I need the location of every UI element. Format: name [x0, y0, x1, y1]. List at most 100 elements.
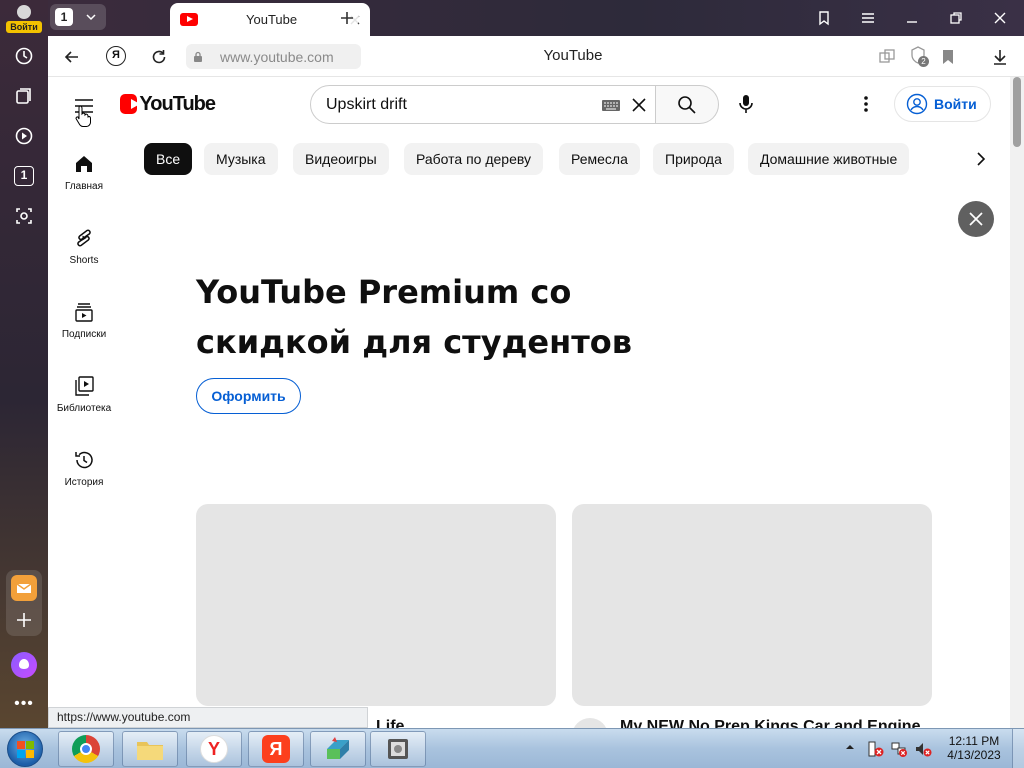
- yandex-home-icon[interactable]: Я: [106, 46, 126, 66]
- address-bar-row: Я www.youtube.com YouTube 2: [48, 36, 1024, 77]
- taskbar: Y Я 12:11 PM 4/13/2023: [0, 728, 1024, 768]
- settings-more-icon[interactable]: [862, 94, 870, 114]
- taskbar-yandex[interactable]: Я: [248, 731, 304, 767]
- url-text: www.youtube.com: [220, 48, 334, 65]
- clock-time: 12:11 PM: [948, 734, 1000, 748]
- profile-avatar-icon: [17, 5, 31, 19]
- chip-video-games[interactable]: Видеоигры: [293, 143, 389, 175]
- bookmark-icon[interactable]: [940, 48, 956, 66]
- taskbar-yandex-browser[interactable]: Y: [186, 731, 242, 767]
- close-icon: [969, 212, 983, 226]
- alice-assistant-icon[interactable]: [11, 652, 37, 678]
- chip-music[interactable]: Музыка: [204, 143, 278, 175]
- keyboard-icon[interactable]: [601, 99, 621, 112]
- mail-app-icon[interactable]: [11, 575, 37, 601]
- screenshot-icon[interactable]: [12, 204, 36, 228]
- app-icon: [327, 737, 349, 759]
- scrollbar-thumb[interactable]: [1013, 77, 1021, 147]
- lock-icon: [192, 51, 204, 63]
- chrome-icon: [72, 735, 100, 763]
- taskbar-file-explorer[interactable]: [122, 731, 178, 767]
- protect-badge: 2: [918, 56, 929, 67]
- windows-logo-icon: [7, 731, 43, 767]
- reload-icon[interactable]: [149, 47, 169, 67]
- new-tab-button[interactable]: [335, 6, 359, 30]
- search-query: Upskirt drift: [326, 96, 407, 113]
- promo-title-line1: YouTube Premium со: [196, 273, 572, 311]
- taskbar-app-2[interactable]: [370, 731, 426, 767]
- clock-date: 4/13/2023: [947, 748, 1001, 762]
- restore-icon[interactable]: [944, 6, 968, 30]
- yandex-browser-icon: Y: [200, 735, 228, 763]
- protect-icon[interactable]: 2: [908, 45, 930, 67]
- chip-woodworking[interactable]: Работа по дереву: [404, 143, 544, 175]
- action-center-icon[interactable]: [866, 740, 884, 758]
- url-field[interactable]: www.youtube.com: [186, 44, 361, 69]
- nav-item-library[interactable]: Библиотека: [48, 369, 120, 443]
- nav-item-subscriptions[interactable]: Подписки: [48, 295, 120, 369]
- downloads-icon[interactable]: [990, 47, 1010, 67]
- page-title: YouTube: [543, 47, 603, 64]
- yandex-icon: Я: [262, 735, 290, 763]
- status-url-bubble: https://www.youtube.com: [48, 707, 368, 728]
- menu-icon[interactable]: [856, 6, 880, 30]
- show-hidden-icons[interactable]: [844, 741, 856, 753]
- video-player-icon[interactable]: [12, 124, 36, 148]
- chevron-right-icon: [977, 152, 986, 166]
- network-icon[interactable]: [890, 740, 908, 758]
- more-icon[interactable]: •••: [12, 694, 36, 714]
- taskbar-app[interactable]: [310, 731, 366, 767]
- clear-search-icon[interactable]: [630, 96, 648, 114]
- nav-item-shorts[interactable]: Shorts: [48, 221, 120, 295]
- browser-side-rail: Войти 1 •••: [0, 0, 48, 728]
- search-input[interactable]: Upskirt drift: [310, 85, 656, 124]
- show-desktop-button[interactable]: [1012, 729, 1024, 768]
- chip-nature[interactable]: Природа: [653, 143, 734, 175]
- library-icon: [75, 376, 94, 396]
- start-button[interactable]: [3, 730, 49, 768]
- translate-icon[interactable]: [878, 48, 896, 66]
- tabs-count-icon[interactable]: 1: [12, 164, 36, 188]
- youtube-logo-icon: [120, 94, 140, 114]
- profile-button[interactable]: Войти: [6, 3, 42, 33]
- chips-next-button[interactable]: [926, 141, 1010, 177]
- page-scrollbar[interactable]: [1010, 77, 1024, 728]
- voice-search-icon[interactable]: [736, 93, 756, 115]
- dismiss-promo-button[interactable]: [958, 201, 994, 237]
- collections-icon[interactable]: [12, 84, 36, 108]
- volume-muted-icon[interactable]: [914, 740, 932, 758]
- nav-item-history[interactable]: История: [48, 443, 120, 517]
- youtube-logo[interactable]: YouTube: [120, 92, 216, 115]
- chip-crafts[interactable]: Ремесла: [559, 143, 640, 175]
- sidebar-apps-panel: [6, 570, 42, 636]
- chip-all[interactable]: Все: [144, 143, 193, 175]
- sign-in-button[interactable]: Войти: [894, 86, 991, 122]
- clock[interactable]: 12:11 PM 4/13/2023: [944, 734, 1004, 762]
- tab-group-button[interactable]: 1: [50, 4, 106, 30]
- folder-icon: [137, 742, 163, 760]
- nav-item-home[interactable]: Главная: [48, 147, 120, 221]
- youtube-logo-text: YouTube: [139, 92, 216, 115]
- search-button[interactable]: [655, 85, 719, 124]
- video-thumbnail[interactable]: [196, 504, 556, 706]
- close-window-icon[interactable]: [988, 6, 1012, 30]
- history-panel-icon[interactable]: [12, 44, 36, 68]
- back-arrow-icon[interactable]: [62, 47, 82, 67]
- minimize-icon[interactable]: [900, 6, 924, 30]
- chevron-down-icon: [84, 10, 98, 24]
- video-title[interactable]: My NEW No Prep Kings Car and Engine: [620, 718, 920, 728]
- account-icon: [906, 93, 928, 115]
- bookmarks-panel-icon[interactable]: [812, 6, 836, 30]
- add-app-icon[interactable]: [14, 610, 34, 630]
- youtube-page: YouTube Upskirt drift Войти Главная Shor…: [48, 77, 1010, 728]
- promo-title: YouTube Premium со скидкой для студентов: [196, 267, 756, 367]
- video-title[interactable]: Life: [376, 718, 404, 728]
- mouse-cursor-icon: [74, 104, 92, 128]
- taskbar-chrome[interactable]: [58, 731, 114, 767]
- chip-pets[interactable]: Домашние животные: [748, 143, 910, 175]
- promo-subscribe-button[interactable]: Оформить: [196, 378, 301, 414]
- video-thumbnail[interactable]: [572, 504, 932, 706]
- tab-title: YouTube: [246, 12, 298, 27]
- youtube-favicon-icon: [180, 13, 198, 26]
- channel-avatar[interactable]: [572, 718, 608, 728]
